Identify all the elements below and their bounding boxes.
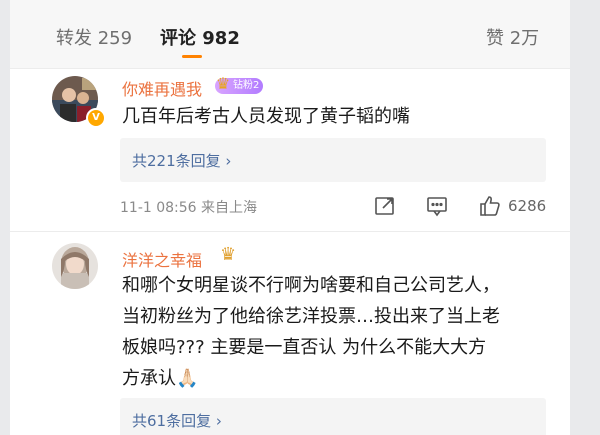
comment-username[interactable]: 你难再遇我 bbox=[122, 76, 202, 100]
comment-text-line: 方承认🙏🏻 bbox=[122, 368, 199, 389]
comment-text: 几百年后考古人员发现了黄子韬的嘴 bbox=[122, 106, 410, 127]
backdrop-left bbox=[0, 0, 10, 435]
avatar[interactable] bbox=[52, 243, 98, 289]
comment-text-line: 和哪个女明星谈不行啊为啥要和自己公司艺人， bbox=[122, 275, 500, 296]
comment-text-line: 当初粉丝为了他给徐艺洋投票…投出来了当上老 bbox=[122, 306, 500, 327]
fan-badge: ♛ 钻粉2 bbox=[215, 74, 264, 94]
comment-username[interactable]: 洋洋之幸福 bbox=[122, 247, 202, 271]
active-tab-indicator bbox=[182, 55, 202, 58]
comment-screen: 转发 259 评论 982 赞 2万 V 你难再遇我 ♛ 钻粉2 几百年后考古人… bbox=[10, 0, 570, 435]
view-replies-link[interactable]: 共61条回复 › bbox=[132, 410, 222, 431]
divider bbox=[10, 231, 570, 232]
comment-text: 和哪个女明星谈不行啊为啥要和自己公司艺人， 当初粉丝为了他给徐艺洋投票…投出来了… bbox=[122, 270, 542, 394]
crown-icon: ♛ bbox=[215, 74, 231, 93]
comment-text-line: 板娘吗??? 主要是一直否认 为什么不能大大方 bbox=[122, 337, 487, 358]
replies-box[interactable]: 共221条回复 › bbox=[120, 138, 546, 182]
backdrop-right bbox=[570, 0, 600, 435]
tab-likes[interactable]: 赞 2万 bbox=[486, 24, 539, 50]
like-count: 6286 bbox=[508, 197, 547, 215]
vip-badge-icon: V bbox=[86, 108, 106, 128]
tab-repost[interactable]: 转发 259 bbox=[56, 24, 132, 50]
comment-icon[interactable] bbox=[426, 195, 448, 221]
crown-icon: ♛ bbox=[220, 244, 237, 265]
repost-icon[interactable] bbox=[374, 195, 396, 221]
comment-timestamp: 11-1 08:56 来自上海 bbox=[120, 200, 258, 216]
replies-box[interactable]: 共61条回复 › bbox=[120, 398, 546, 435]
view-replies-link[interactable]: 共221条回复 › bbox=[132, 150, 231, 171]
tab-comments[interactable]: 评论 982 bbox=[160, 24, 240, 50]
fan-badge-label: 钻粉2 bbox=[233, 80, 260, 91]
divider bbox=[10, 68, 570, 69]
tab-bar: 转发 259 评论 982 赞 2万 bbox=[10, 0, 570, 68]
like-icon[interactable] bbox=[478, 194, 502, 222]
